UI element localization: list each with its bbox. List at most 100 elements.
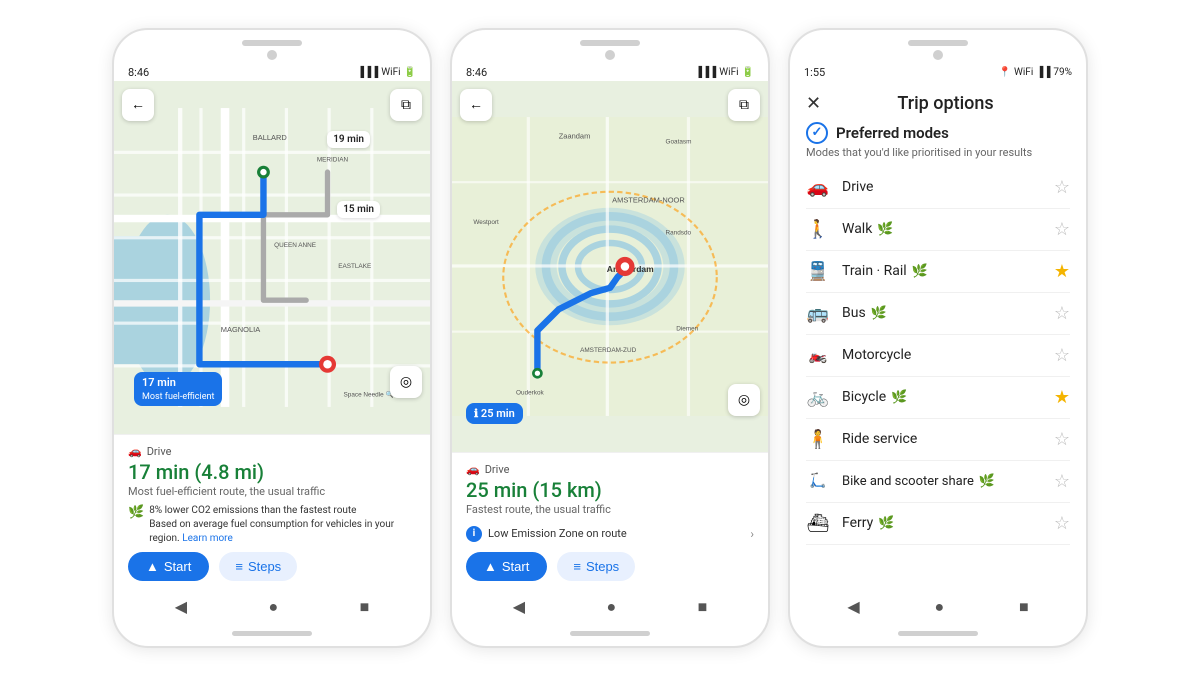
bicycle-star[interactable]: ★ xyxy=(1054,387,1070,408)
svg-text:Goatasm: Goatasm xyxy=(666,138,692,145)
chevron-right-icon: › xyxy=(750,527,754,541)
compass-2-icon: ◎ xyxy=(738,392,750,408)
walk-star[interactable]: ☆ xyxy=(1054,219,1070,240)
bike-scooter-mode-icon: 🛴 xyxy=(806,473,830,489)
nav-home-2-button[interactable]: ● xyxy=(606,597,616,617)
ride-service-mode-name: Ride service xyxy=(842,431,1042,447)
bus-mode-name: Bus 🌿 xyxy=(842,305,1042,321)
svg-text:Diemen: Diemen xyxy=(676,325,698,332)
close-button[interactable]: ✕ xyxy=(806,93,821,114)
route-desc-2: Fastest route, the usual traffic xyxy=(466,503,754,516)
drive-star[interactable]: ☆ xyxy=(1054,177,1070,198)
low-emission-row: i Low Emission Zone on route › xyxy=(466,522,754,546)
phone-2-status-bar: 8:46 ▐▐▐ WiFi 🔋 xyxy=(452,62,768,81)
map-2-back-button[interactable]: ← xyxy=(460,89,492,121)
check-circle-icon: ✓ xyxy=(806,122,828,144)
time-badge-15: 15 min xyxy=(337,201,380,218)
layers-2-icon: ⧉ xyxy=(739,97,749,113)
mode-row-bicycle: 🚲 Bicycle 🌿 ★ xyxy=(806,377,1070,419)
map-compass-button[interactable]: ◎ xyxy=(390,366,422,398)
mode-row-bike-scooter: 🛴 Bike and scooter share 🌿 ☆ xyxy=(806,461,1070,503)
svg-text:Ouderkok: Ouderkok xyxy=(516,389,545,396)
steps-button-2[interactable]: ≡ Steps xyxy=(557,552,635,581)
phone-2: 8:46 ▐▐▐ WiFi 🔋 xyxy=(450,28,770,648)
learn-more-link[interactable]: Learn more xyxy=(182,533,233,544)
navigation-2-icon: ▲ xyxy=(484,559,497,574)
ride-service-star[interactable]: ☆ xyxy=(1054,429,1070,450)
nav-back-3-button[interactable]: ◀ xyxy=(847,597,859,616)
location-icon: 📍 xyxy=(999,67,1011,78)
phone-1-info-panel: 🚗 Drive 17 min (4.8 mi) Most fuel-effici… xyxy=(114,434,430,589)
preferred-modes-section: ✓ Preferred modes Modes that you'd like … xyxy=(806,122,1070,553)
eco-leaf-icon: 🌿 xyxy=(128,505,144,520)
train-mode-name: Train · Rail 🌿 xyxy=(842,263,1042,279)
map-back-button[interactable]: ← xyxy=(122,89,154,121)
phone-1-map: BALLARD MERIDIAN QUEEN ANNE EASTLAKE MAG… xyxy=(114,81,430,434)
steps-button[interactable]: ≡ Steps xyxy=(219,552,297,581)
motorcycle-star[interactable]: ☆ xyxy=(1054,345,1070,366)
route-desc: Most fuel-efficient route, the usual tra… xyxy=(128,485,416,498)
back-arrow-2-icon: ← xyxy=(469,96,483,113)
nav-home-button[interactable]: ● xyxy=(268,597,278,617)
bus-star[interactable]: ☆ xyxy=(1054,303,1070,324)
bike-scooter-mode-name: Bike and scooter share 🌿 xyxy=(842,474,1042,489)
ferry-star[interactable]: ☆ xyxy=(1054,513,1070,534)
main-route-badge: 17 min Most fuel-efficient xyxy=(134,372,222,406)
phone-2-status-icons: ▐▐▐ WiFi 🔋 xyxy=(695,67,754,78)
mode-row-train: 🚆 Train · Rail 🌿 ★ xyxy=(806,251,1070,293)
svg-text:AMSTERDAM-ZUD: AMSTERDAM-ZUD xyxy=(580,346,636,353)
map-layers-button[interactable]: ⧉ xyxy=(390,89,422,121)
nav-recent-3-button[interactable]: ■ xyxy=(1019,597,1029,617)
back-arrow-icon: ← xyxy=(131,96,145,113)
nav-back-2-button[interactable]: ◀ xyxy=(513,597,525,616)
eco-text-block: 8% lower CO2 emissions than the fastest … xyxy=(149,504,416,546)
map-2-layers-button[interactable]: ⧉ xyxy=(728,89,760,121)
phone-3-nav-bar: ◀ ● ■ xyxy=(790,589,1086,623)
train-leaf: 🌿 xyxy=(912,264,928,279)
trip-options-title: Trip options xyxy=(821,93,1070,114)
svg-text:MAGNOLIA: MAGNOLIA xyxy=(221,325,260,334)
phone-3-time: 1:55 xyxy=(804,66,825,79)
phone-1-wifi: WiFi xyxy=(381,67,400,78)
phone-2-wifi: WiFi xyxy=(719,67,738,78)
start-button[interactable]: ▲ Start xyxy=(128,552,209,581)
walk-mode-icon: 🚶 xyxy=(806,219,830,240)
phone-1-battery: 🔋 xyxy=(404,67,416,78)
ferry-mode-name: Ferry 🌿 xyxy=(842,515,1042,531)
phone-1-nav-bar: ◀ ● ■ xyxy=(114,589,430,623)
phone-1: 8:46 ▐▐▐ WiFi 🔋 xyxy=(112,28,432,648)
mode-row-ferry: ⛴ Ferry 🌿 ☆ xyxy=(806,503,1070,545)
phone-1-camera xyxy=(267,50,277,60)
bike-scooter-star[interactable]: ☆ xyxy=(1054,471,1070,492)
drive-mode-name: Drive xyxy=(842,179,1042,195)
svg-text:EASTLAKE: EASTLAKE xyxy=(338,263,371,270)
duration-2: 25 min (15 km) xyxy=(466,478,754,502)
battery-3: 79% xyxy=(1053,67,1072,78)
walk-mode-name: Walk 🌿 xyxy=(842,221,1042,237)
trip-options-header: ✕ Trip options xyxy=(790,81,1086,122)
mode-row-bus: 🚌 Bus 🌿 ☆ xyxy=(806,293,1070,335)
nav-recent-button[interactable]: ■ xyxy=(360,597,370,617)
phone-3-status-bar: 1:55 📍 WiFi ▐▐ 79% xyxy=(790,62,1086,81)
nav-home-3-button[interactable]: ● xyxy=(934,597,944,617)
phone-2-camera xyxy=(605,50,615,60)
mode-row-ride-service: 🧍 Ride service ☆ xyxy=(806,419,1070,461)
wifi-3-icon: WiFi xyxy=(1014,67,1033,78)
svg-text:Zaandam: Zaandam xyxy=(559,131,591,140)
phone-2-map: Zaandam Goatasm Westport AMSTERDAM-NOOR … xyxy=(452,81,768,452)
time-badge-19: 19 min xyxy=(327,131,370,148)
drive-label-2: 🚗 Drive xyxy=(466,463,754,476)
phone-3-content: 1:55 📍 WiFi ▐▐ 79% ✕ Trip options ✓ Pref… xyxy=(790,62,1086,589)
map-2-compass-button[interactable]: ◎ xyxy=(728,384,760,416)
phone-1-signal: ▐▐▐ xyxy=(357,67,378,78)
nav-recent-2-button[interactable]: ■ xyxy=(698,597,708,617)
svg-text:Westport: Westport xyxy=(473,218,499,225)
nav-back-button[interactable]: ◀ xyxy=(175,597,187,616)
walk-leaf: 🌿 xyxy=(877,222,893,237)
start-button-2[interactable]: ▲ Start xyxy=(466,552,547,581)
compass-icon: ◎ xyxy=(400,374,412,390)
train-star[interactable]: ★ xyxy=(1054,261,1070,282)
svg-text:MERIDIAN: MERIDIAN xyxy=(317,156,349,163)
mode-row-walk: 🚶 Walk 🌿 ☆ xyxy=(806,209,1070,251)
preferred-modes-heading: ✓ Preferred modes xyxy=(806,122,1070,144)
